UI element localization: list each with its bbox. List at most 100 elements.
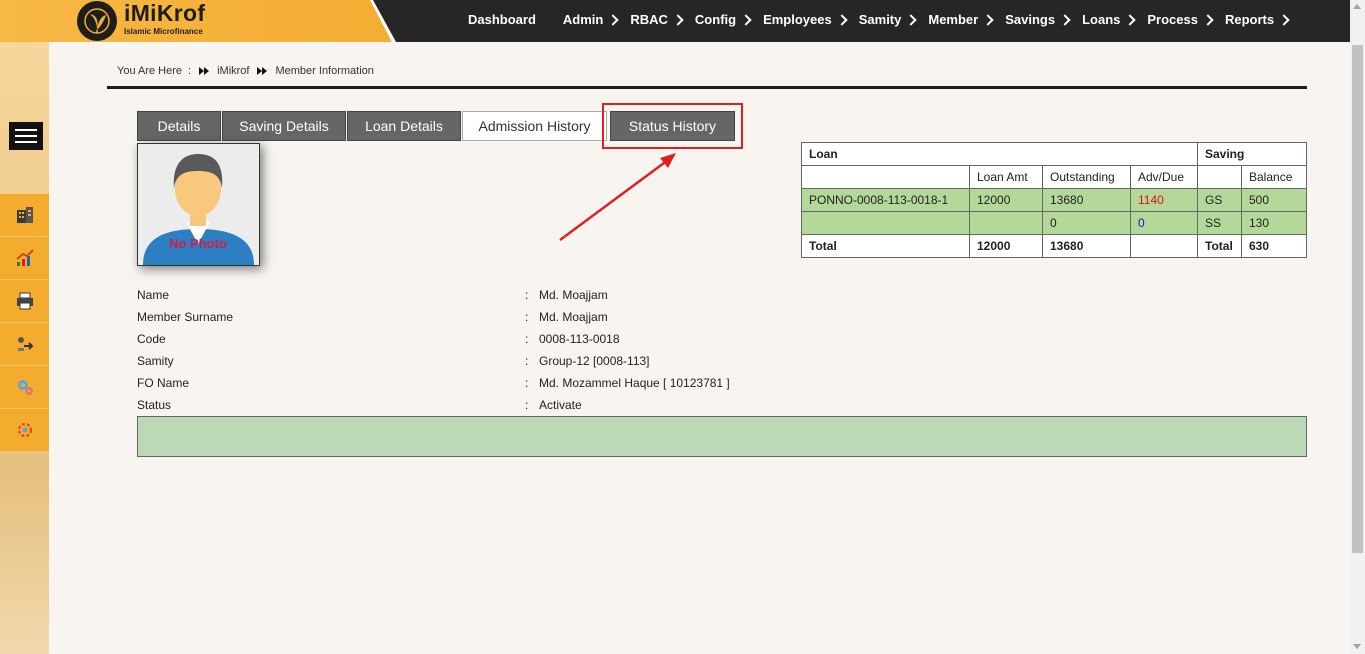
sidebar-icon-list — [0, 194, 49, 452]
total-label: Total — [801, 234, 970, 258]
transfer-icon[interactable] — [0, 323, 49, 366]
table-row: PONNO-0008-113-0018-1 12000 13680 1140 G… — [801, 188, 1307, 212]
balance: 500 — [1241, 188, 1307, 212]
field-label: Code — [137, 332, 166, 346]
info-row-surname: Member Surname : Md. Moajjam — [137, 306, 837, 328]
nav-dashboard[interactable]: Dashboard — [468, 12, 536, 27]
chevron-right-icon — [905, 13, 918, 26]
chevron-right-icon — [607, 13, 620, 26]
nav-label: Loans — [1082, 11, 1121, 27]
nav-reports[interactable]: Reports — [1224, 11, 1290, 27]
field-colon: : — [525, 288, 529, 302]
nav-admin[interactable]: Admin — [562, 11, 620, 27]
nav-process[interactable]: Process — [1147, 12, 1214, 27]
field-value: Md. Moajjam — [539, 310, 608, 324]
nav-loans[interactable]: Loans — [1082, 11, 1137, 27]
app-name: iMiKrof — [124, 0, 206, 26]
field-value: Group-12 [0008-113] — [539, 354, 650, 368]
balance: 130 — [1241, 211, 1307, 235]
tab-loan-details[interactable]: Loan Details — [347, 111, 461, 141]
adv-due-header: Adv/Due — [1130, 165, 1198, 189]
avatar: No Photo — [138, 144, 259, 265]
field-value: 0008-113-0018 — [539, 332, 620, 346]
field-label: Samity — [137, 354, 174, 368]
info-row-name: Name : Md. Moajjam — [137, 284, 837, 306]
field-value: Activate — [539, 398, 582, 412]
scroll-down-icon[interactable] — [1353, 644, 1361, 649]
field-label: Name — [137, 288, 170, 302]
adv-due: 0 — [1130, 211, 1198, 235]
settings-icon[interactable] — [0, 409, 49, 452]
nav-label: Admin — [562, 11, 604, 27]
saving-header: Saving — [1197, 142, 1307, 166]
total-balance: 630 — [1241, 234, 1307, 258]
tab-details[interactable]: Details — [137, 111, 221, 141]
saving-type: SS — [1197, 211, 1242, 235]
double-chevron-icon — [199, 67, 210, 75]
loan-code-header — [801, 165, 970, 189]
chart-growth-icon[interactable] — [0, 237, 49, 280]
nav-label: Employees — [763, 11, 832, 27]
nav-label: Samity — [858, 11, 902, 27]
app-subtitle: Islamic Microfinance — [124, 27, 203, 36]
info-row-status: Status : Activate — [137, 394, 837, 416]
top-bar: iMiKrof Islamic Microfinance Dashboard A… — [0, 0, 1350, 42]
nav-rbac[interactable]: RBAC — [630, 12, 684, 27]
tab-saving-details[interactable]: Saving Details — [222, 111, 346, 141]
chevron-right-icon — [982, 13, 994, 26]
field-value: Md. Moajjam — [539, 288, 608, 302]
chevron-right-icon — [1278, 13, 1290, 26]
total-outstanding: 13680 — [1042, 234, 1131, 258]
info-row-code: Code : 0008-113-0018 — [137, 328, 837, 350]
field-colon: : — [525, 376, 529, 390]
field-value: Md. Mozammel Haque [ 10123781 ] — [539, 376, 730, 390]
scroll-thumb[interactable] — [1352, 45, 1363, 553]
member-info: Name : Md. Moajjam Member Surname : Md. … — [137, 284, 837, 416]
saving-total-label: Total — [1197, 234, 1242, 258]
breadcrumb: You Are Here : iMikrof Member Informatio… — [117, 65, 374, 77]
logo-icon[interactable] — [77, 1, 117, 41]
nav-member[interactable]: Member — [928, 12, 994, 27]
chevron-right-icon — [1124, 13, 1137, 26]
nav-employees[interactable]: Employees — [763, 11, 848, 27]
field-label: FO Name — [137, 376, 190, 390]
saving-type: GS — [1197, 188, 1242, 212]
nav-config[interactable]: Config — [694, 11, 752, 27]
breadcrumb-item-home[interactable]: iMikrof — [217, 65, 249, 77]
breadcrumb-prefix: You Are Here — [117, 65, 183, 77]
field-colon: : — [525, 398, 529, 412]
tab-label: Loan Details — [365, 118, 443, 134]
nav-label: Reports — [1224, 11, 1275, 27]
tab-admission-history[interactable]: Admission History — [462, 111, 607, 141]
column-header-row: Loan Amt Outstanding Adv/Due Balance — [801, 165, 1307, 189]
header-divider — [107, 86, 1307, 89]
nav-savings[interactable]: Savings — [1005, 11, 1071, 27]
nav-label: Config — [694, 11, 737, 27]
chevron-right-icon — [1059, 13, 1071, 26]
adv-due: 1140 — [1130, 188, 1198, 212]
nav-samity[interactable]: Samity — [858, 11, 918, 27]
double-chevron-icon — [257, 67, 268, 75]
chevron-right-icon — [1202, 13, 1214, 26]
history-content-panel — [137, 416, 1307, 457]
breadcrumb-item-current: Member Information — [275, 65, 374, 77]
printer-icon[interactable] — [0, 280, 49, 323]
brand-area[interactable]: iMiKrof Islamic Microfinance — [0, 0, 392, 42]
chevron-right-icon — [740, 13, 752, 26]
field-colon: : — [525, 332, 529, 346]
menu-toggle-icon[interactable] — [9, 122, 43, 150]
building-icon[interactable] — [0, 194, 49, 237]
info-row-fo-name: FO Name : Md. Mozammel Haque [ 10123781 … — [137, 372, 837, 394]
breadcrumb-colon: : — [188, 65, 192, 77]
tab-label: Details — [157, 118, 201, 134]
chevron-right-icon — [672, 13, 684, 26]
loan-amt — [969, 211, 1043, 235]
balance-header: Balance — [1241, 165, 1307, 189]
vertical-scrollbar[interactable] — [1350, 0, 1365, 654]
scroll-up-icon[interactable] — [1353, 4, 1361, 9]
nav-label: Savings — [1005, 11, 1056, 27]
outstanding: 0 — [1042, 211, 1131, 235]
tab-label: Admission History — [478, 118, 591, 134]
gears-icon[interactable] — [0, 366, 49, 409]
loan-amt-header: Loan Amt — [969, 165, 1043, 189]
